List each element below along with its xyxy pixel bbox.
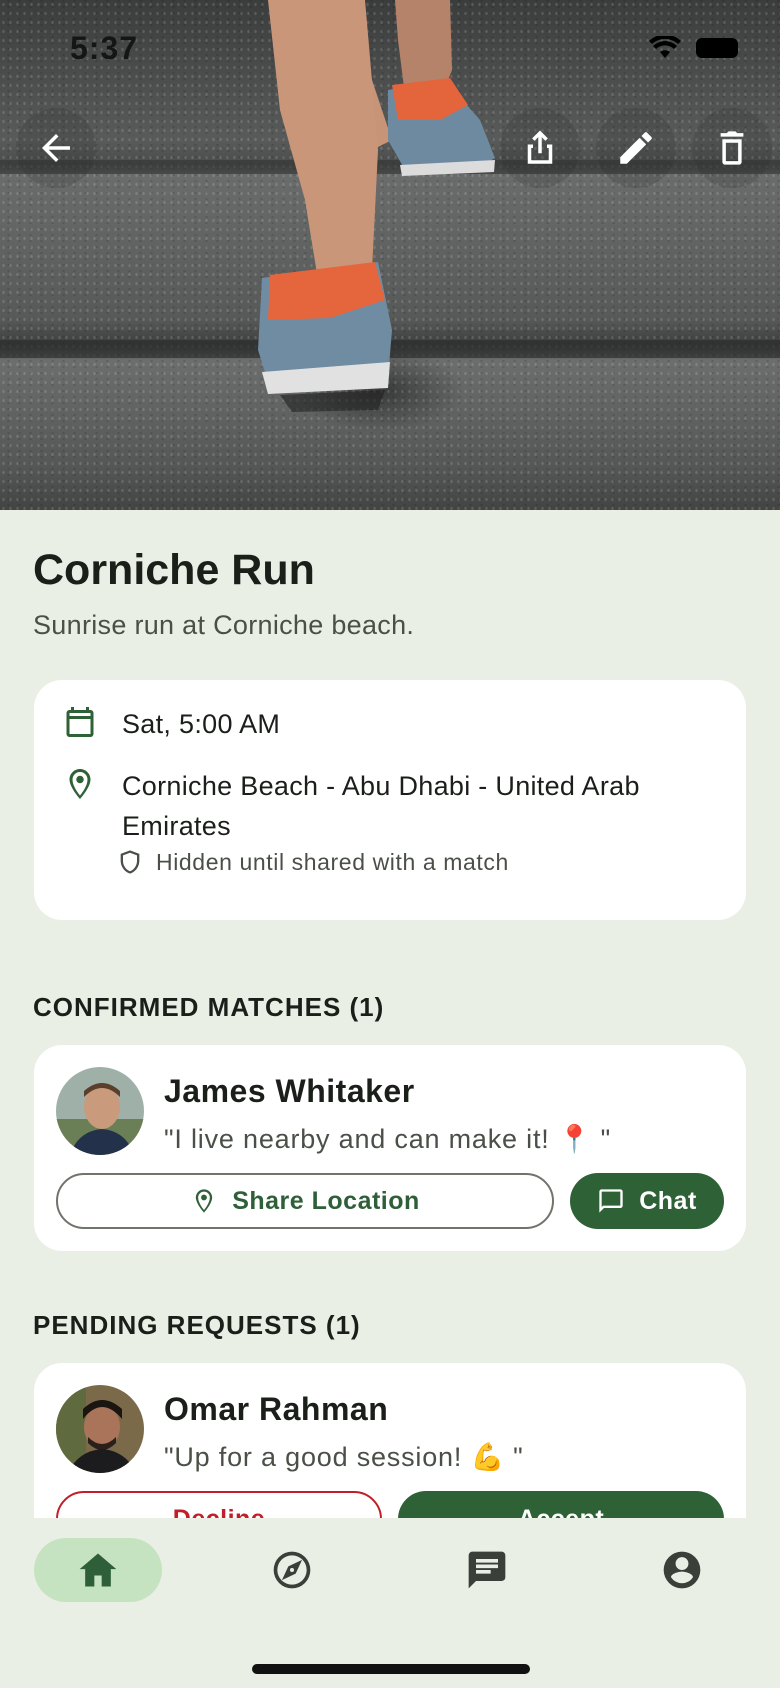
chat-button[interactable]: Chat: [570, 1173, 724, 1229]
event-hero-image: 5:37: [0, 0, 780, 510]
location-pin-icon: [69, 769, 91, 799]
nav-messages[interactable]: [423, 1538, 551, 1602]
delete-button[interactable]: [692, 108, 772, 188]
chat-bubble-icon: [599, 1189, 623, 1213]
request-name: Omar Rahman: [164, 1391, 389, 1427]
status-time: 5:37: [70, 30, 139, 66]
edit-button[interactable]: [596, 108, 676, 188]
event-location: Corniche Beach - Abu Dhabi - United Arab…: [122, 771, 640, 841]
share-location-button[interactable]: Share Location: [56, 1173, 554, 1229]
match-name: James Whitaker: [164, 1073, 415, 1109]
event-detail-screen: 5:37 Corniche Run Sunrise run at Cornich…: [0, 0, 780, 1688]
avatar: [56, 1067, 144, 1155]
event-info-card: Sat, 5:00 AM Corniche Beach - Abu Dhabi …: [34, 680, 746, 920]
back-button[interactable]: [16, 108, 96, 188]
avatar: [56, 1385, 144, 1473]
account-icon: [663, 1551, 701, 1589]
nav-explore[interactable]: [228, 1538, 356, 1602]
calendar-icon: [66, 707, 94, 737]
share-icon: [527, 130, 553, 164]
location-privacy-note: Hidden until shared with a match: [116, 848, 509, 876]
nav-home[interactable]: [34, 1538, 162, 1602]
shield-icon: [120, 850, 140, 874]
arrow-left-icon: [42, 134, 70, 162]
wifi-icon: [649, 36, 681, 58]
home-icon: [79, 1553, 117, 1587]
chat-label: Chat: [639, 1186, 697, 1215]
request-message: "Up for a good session! 💪 ": [164, 1442, 524, 1472]
event-datetime-row: Sat, 5:00 AM: [62, 704, 280, 744]
pending-requests-header: PENDING REQUESTS (1): [33, 1310, 361, 1340]
trash-icon: [720, 131, 744, 165]
match-message: "I live nearby and can make it! 📍 ": [164, 1124, 611, 1154]
event-location-row: Corniche Beach - Abu Dhabi - United Arab…: [62, 766, 732, 846]
share-location-label: Share Location: [232, 1186, 420, 1215]
location-pin-icon: [196, 1189, 213, 1213]
chat-icon: [468, 1551, 506, 1589]
battery-icon: [696, 38, 738, 58]
share-button[interactable]: [500, 108, 580, 188]
confirmed-match-card: James Whitaker "I live nearby and can ma…: [34, 1045, 746, 1251]
compass-icon: [273, 1551, 311, 1589]
location-privacy-text: Hidden until shared with a match: [156, 848, 509, 875]
event-title: Corniche Run: [33, 546, 315, 594]
status-bar: 5:37: [0, 0, 780, 100]
home-indicator: [252, 1664, 530, 1674]
pencil-icon: [620, 132, 652, 164]
confirmed-matches-header: CONFIRMED MATCHES (1): [33, 992, 385, 1022]
nav-profile[interactable]: [618, 1538, 746, 1602]
bottom-navigation: [0, 1518, 780, 1688]
event-description: Sunrise run at Corniche beach.: [33, 610, 415, 640]
event-datetime: Sat, 5:00 AM: [122, 709, 281, 739]
